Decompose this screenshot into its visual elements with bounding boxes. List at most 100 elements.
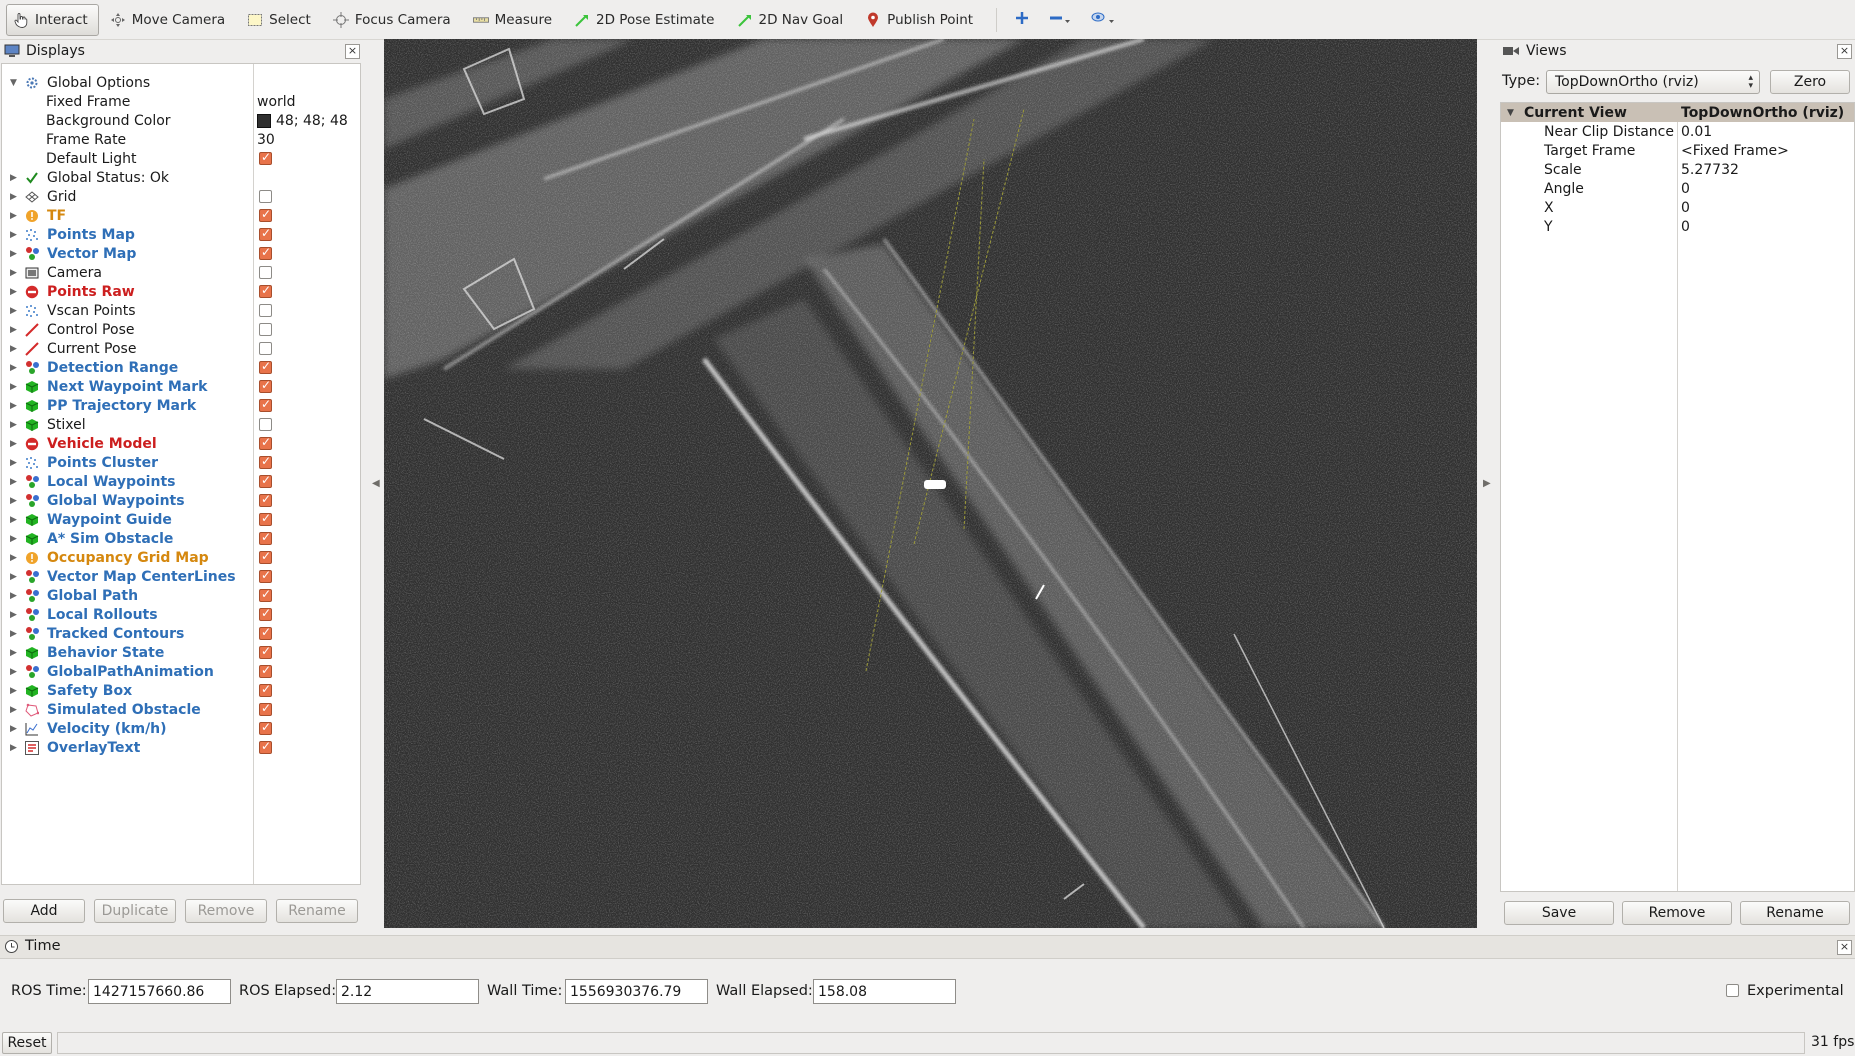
- expand-arrow-icon[interactable]: ▼: [1507, 108, 1514, 118]
- display-enabled-checkbox[interactable]: [259, 266, 272, 279]
- view-property-target-frame[interactable]: Target Frame <Fixed Frame>: [1501, 141, 1854, 160]
- display-item-grid[interactable]: ▶ Grid: [2, 187, 360, 206]
- expand-arrow-icon[interactable]: ▶: [10, 629, 20, 639]
- display-enabled-checkbox[interactable]: [259, 568, 272, 583]
- remove-tool-button[interactable]: [1049, 11, 1071, 29]
- view-property-value[interactable]: 0: [1681, 181, 1690, 197]
- display-enabled-checkbox[interactable]: [259, 397, 272, 412]
- display-enabled-checkbox[interactable]: [259, 359, 272, 374]
- property-value[interactable]: world: [257, 94, 296, 110]
- display-enabled-checkbox[interactable]: [259, 283, 272, 298]
- display-item-vector-map[interactable]: ▶ Vector Map: [2, 244, 360, 263]
- display-item-simulated-obstacle[interactable]: ▶ Simulated Obstacle: [2, 700, 360, 719]
- expand-arrow-icon[interactable]: ▶: [10, 686, 20, 696]
- global-option-fixed-frame[interactable]: Fixed Frame world: [2, 92, 360, 111]
- views-close-button[interactable]: ×: [1837, 44, 1852, 59]
- display-item-velocity-km-h[interactable]: ▶ Velocity (km/h): [2, 719, 360, 738]
- display-item-vector-map-centerlines[interactable]: ▶ Vector Map CenterLines: [2, 567, 360, 586]
- display-item-stixel[interactable]: ▶ Stixel: [2, 415, 360, 434]
- display-enabled-checkbox[interactable]: [259, 701, 272, 716]
- expand-arrow-icon[interactable]: ▶: [10, 287, 20, 297]
- display-item-vehicle-model[interactable]: ▶ Vehicle Model: [2, 434, 360, 453]
- display-item-safety-box[interactable]: ▶ Safety Box: [2, 681, 360, 700]
- view-property-value[interactable]: <Fixed Frame>: [1681, 143, 1789, 159]
- display-item-global-waypoints[interactable]: ▶ Global Waypoints: [2, 491, 360, 510]
- display-item-next-waypoint-mark[interactable]: ▶ Next Waypoint Mark: [2, 377, 360, 396]
- display-item-pp-trajectory-mark[interactable]: ▶ PP Trajectory Mark: [2, 396, 360, 415]
- expand-arrow-icon[interactable]: ▶: [10, 743, 20, 753]
- display-enabled-checkbox[interactable]: [259, 644, 272, 659]
- default-light-checkbox[interactable]: [259, 150, 272, 165]
- background-color-value[interactable]: 48; 48; 48: [257, 113, 348, 129]
- expand-arrow-icon[interactable]: ▶: [10, 477, 20, 487]
- display-enabled-checkbox[interactable]: [259, 418, 272, 431]
- expand-arrow-icon[interactable]: ▶: [10, 173, 20, 183]
- save-view-button[interactable]: Save: [1504, 901, 1614, 925]
- view-property-y[interactable]: Y0: [1501, 217, 1854, 236]
- expand-arrow-icon[interactable]: ▶: [10, 724, 20, 734]
- display-item-waypoint-guide[interactable]: ▶ Waypoint Guide: [2, 510, 360, 529]
- expand-arrow-icon[interactable]: ▶: [10, 230, 20, 240]
- display-enabled-checkbox[interactable]: [259, 245, 272, 260]
- display-item-global-status-ok[interactable]: ▶ Global Status: Ok: [2, 168, 360, 187]
- display-enabled-checkbox[interactable]: [259, 530, 272, 545]
- expand-arrow-icon[interactable]: ▶: [10, 648, 20, 658]
- display-item-current-pose[interactable]: ▶ Current Pose: [2, 339, 360, 358]
- display-item-occupancy-grid-map[interactable]: ▶ Occupancy Grid Map: [2, 548, 360, 567]
- focus-camera-tool-button[interactable]: Focus Camera: [326, 4, 462, 36]
- display-item-a-sim-obstacle[interactable]: ▶ A* Sim Obstacle: [2, 529, 360, 548]
- view-property-value[interactable]: 5.27732: [1681, 162, 1739, 178]
- expand-arrow-icon[interactable]: ▶: [10, 667, 20, 677]
- add-display-button[interactable]: Add: [3, 899, 85, 923]
- expand-arrow-icon[interactable]: ▶: [10, 496, 20, 506]
- expand-arrow-icon[interactable]: ▶: [10, 420, 20, 430]
- expand-arrow-icon[interactable]: ▶: [10, 705, 20, 715]
- expand-arrow-icon[interactable]: ▶: [10, 553, 20, 563]
- display-enabled-checkbox[interactable]: [259, 304, 272, 317]
- rename-view-button[interactable]: Rename: [1740, 901, 1850, 925]
- expand-arrow-icon[interactable]: ▶: [10, 382, 20, 392]
- global-option-background-color[interactable]: Background Color 48; 48; 48: [2, 111, 360, 130]
- view-property-scale[interactable]: Scale 5.27732: [1501, 160, 1854, 179]
- global-option-default-light[interactable]: Default Light: [2, 149, 360, 168]
- wall-elapsed-field[interactable]: 158.08: [813, 979, 956, 1004]
- display-enabled-checkbox[interactable]: [259, 739, 272, 754]
- display-item-control-pose[interactable]: ▶ Control Pose: [2, 320, 360, 339]
- expand-arrow-icon[interactable]: ▶: [10, 401, 20, 411]
- panels-visibility-button[interactable]: [1091, 11, 1115, 29]
- publish-point-tool-button[interactable]: Publish Point: [858, 4, 984, 36]
- display-enabled-checkbox[interactable]: [259, 207, 272, 222]
- expand-arrow-icon[interactable]: ▶: [10, 249, 20, 259]
- expand-arrow-icon[interactable]: ▶: [10, 344, 20, 354]
- zero-view-button[interactable]: Zero: [1770, 70, 1850, 94]
- remove-view-button[interactable]: Remove: [1622, 901, 1732, 925]
- view-property-value[interactable]: 0: [1681, 200, 1690, 216]
- expand-arrow-icon[interactable]: ▶: [10, 268, 20, 278]
- expand-arrow-icon[interactable]: ▶: [10, 534, 20, 544]
- display-item-points-cluster[interactable]: ▶ Points Cluster: [2, 453, 360, 472]
- current-view-row[interactable]: ▼ Current View TopDownOrtho (rviz): [1501, 103, 1854, 122]
- view-property-near-clip-distance[interactable]: Near Clip Distance 0.01: [1501, 122, 1854, 141]
- display-item-tf[interactable]: ▶ TF: [2, 206, 360, 225]
- wall-time-field[interactable]: 1556930376.79: [565, 979, 708, 1004]
- measure-tool-button[interactable]: Measure: [466, 4, 563, 36]
- display-enabled-checkbox[interactable]: [259, 549, 272, 564]
- display-enabled-checkbox[interactable]: [259, 720, 272, 735]
- collapse-left-arrow-icon[interactable]: ◀: [372, 478, 380, 489]
- display-enabled-checkbox[interactable]: [259, 606, 272, 621]
- view-property-x[interactable]: X0: [1501, 198, 1854, 217]
- displays-close-button[interactable]: ×: [345, 44, 360, 59]
- property-value[interactable]: 30: [257, 132, 275, 148]
- display-global-options[interactable]: ▼ Global Options: [2, 73, 360, 92]
- display-enabled-checkbox[interactable]: [259, 682, 272, 697]
- view-property-value[interactable]: 0.01: [1681, 124, 1712, 140]
- display-item-points-raw[interactable]: ▶ Points Raw: [2, 282, 360, 301]
- expand-arrow-icon[interactable]: ▶: [10, 610, 20, 620]
- display-item-tracked-contours[interactable]: ▶ Tracked Contours: [2, 624, 360, 643]
- display-enabled-checkbox[interactable]: [259, 323, 272, 336]
- reset-button[interactable]: Reset: [2, 1032, 52, 1054]
- display-item-points-map[interactable]: ▶ Points Map: [2, 225, 360, 244]
- display-item-global-path[interactable]: ▶ Global Path: [2, 586, 360, 605]
- display-enabled-checkbox[interactable]: [259, 511, 272, 526]
- nav-goal-tool-button[interactable]: 2D Nav Goal: [730, 4, 855, 36]
